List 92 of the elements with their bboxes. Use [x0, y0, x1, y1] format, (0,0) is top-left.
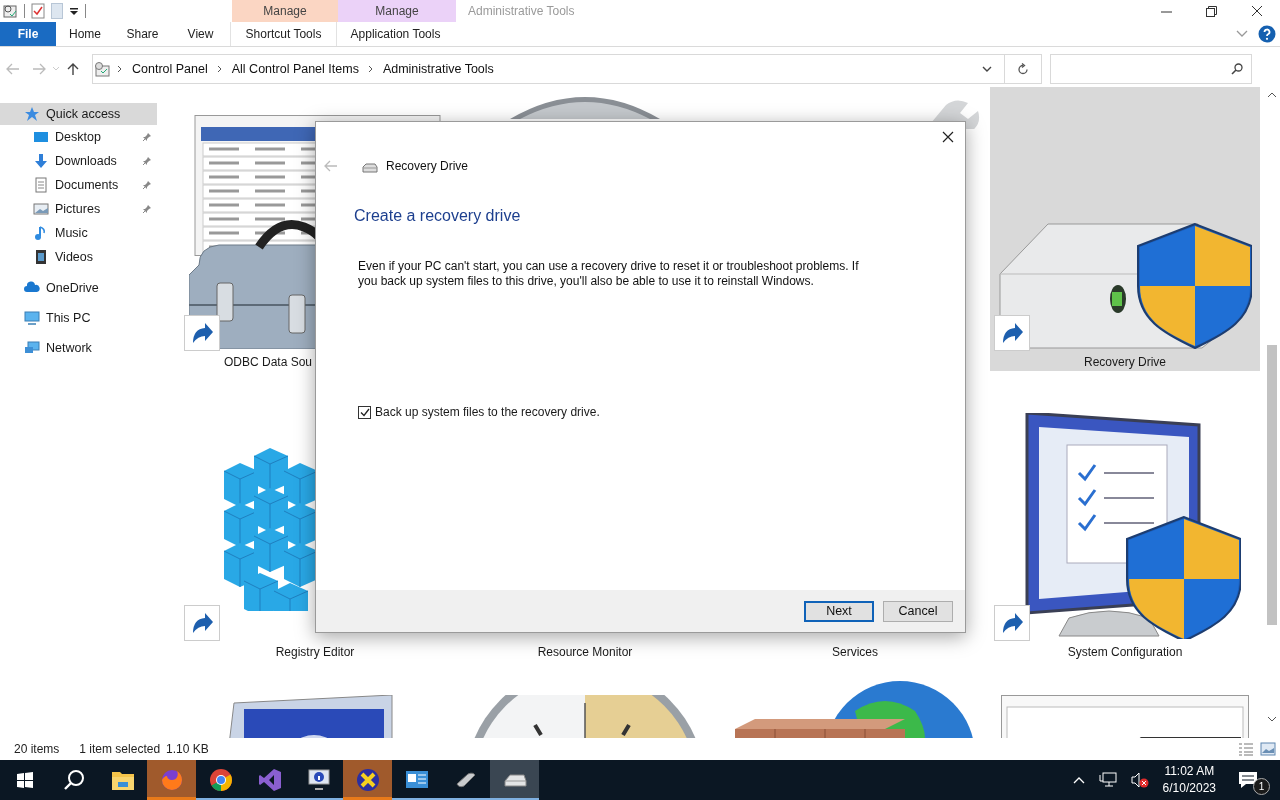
search-icon: [62, 769, 85, 791]
control-panel-icon: [93, 61, 111, 77]
sidebar-label: Quick access: [46, 107, 121, 121]
ribbon-tab[interactable]: Application Tools: [336, 22, 454, 46]
notification-count: 1: [1253, 778, 1270, 795]
sidebar-label: OneDrive: [46, 281, 99, 295]
breadcrumb-link[interactable]: Administrative Tools: [379, 62, 497, 76]
ribbon-tab[interactable]: View: [171, 22, 230, 46]
desktop-icon: [33, 129, 49, 145]
sidebar-item[interactable]: Videos: [0, 245, 157, 269]
ribbon-tab[interactable]: Home: [56, 22, 114, 46]
x-circle-icon: [355, 768, 380, 792]
sidebar-label: This PC: [46, 311, 91, 325]
close-icon[interactable]: [1251, 5, 1263, 17]
selection-info: 1 item selected: [79, 742, 161, 756]
sidebar-item[interactable]: Pictures: [0, 197, 157, 221]
dialog-title: Recovery Drive: [386, 159, 469, 173]
sidebar-label: Downloads: [55, 154, 117, 168]
context-tab-header: Manage: [338, 0, 456, 22]
network-icon: [24, 340, 40, 356]
file-label[interactable]: System Configuration: [1067, 645, 1183, 659]
infinity-ribbon-icon: [257, 768, 282, 792]
clock-date: 6/10/2023: [1162, 780, 1216, 797]
file-item-highlight[interactable]: Recovery Drive: [990, 87, 1260, 371]
sidebar-label: Music: [55, 226, 88, 240]
dialog-button[interactable]: Cancel: [883, 600, 953, 622]
notifications-icon[interactable]: [1238, 771, 1258, 789]
windows-logo-icon: [16, 772, 33, 788]
sidebar-item[interactable]: OneDrive: [0, 277, 157, 299]
network-icon[interactable]: [1098, 772, 1117, 788]
chevron-icon: [117, 65, 123, 73]
dialog-heading: Create a recovery drive: [354, 207, 522, 225]
pc-icon: [24, 310, 40, 326]
expand-ribbon-icon[interactable]: [1236, 30, 1248, 38]
selection-size: 1.10 KB: [166, 742, 209, 756]
sidebar-item[interactable]: Desktop: [0, 125, 157, 149]
large-icons-view-icon[interactable]: [1260, 742, 1276, 756]
close-icon: [942, 131, 954, 143]
dialog-button[interactable]: Next: [804, 600, 874, 622]
search-field[interactable]: [1050, 54, 1252, 84]
drive-icon: [362, 162, 378, 173]
document-icon: [33, 177, 49, 193]
file-label[interactable]: Recovery Drive: [1084, 355, 1166, 369]
checkbox-label: Back up system files to the recovery drive.: [375, 405, 600, 419]
breadcrumb-link[interactable]: All Control Panel Items: [228, 62, 362, 76]
chevron-up-icon[interactable]: [1072, 776, 1085, 784]
ribbon-tab[interactable]: Shortcut Tools: [230, 22, 336, 46]
ribbon-tab[interactable]: File: [0, 22, 56, 46]
file-label[interactable]: Services: [832, 645, 878, 659]
checklist-icon[interactable]: [31, 3, 45, 19]
sidebar-label: Videos: [55, 250, 93, 264]
sidebar-item[interactable]: Music: [0, 221, 157, 245]
sidebar-item[interactable]: Documents: [0, 173, 157, 197]
clock-time: 11:02 AM: [1164, 763, 1215, 780]
taskbar-app-button[interactable]: [343, 760, 392, 800]
refresh-icon[interactable]: [1017, 62, 1029, 76]
picture-icon: [33, 201, 49, 217]
context-tab-header: Manage: [232, 0, 338, 22]
file-label[interactable]: Resource Monitor: [537, 645, 633, 659]
chevron-icon: [367, 65, 374, 73]
file-label[interactable]: Registry Editor: [275, 645, 355, 659]
checkbox[interactable]: [358, 405, 371, 419]
download-icon: [33, 153, 49, 169]
ribbon-tab[interactable]: Share: [114, 22, 171, 46]
up-arrow-icon[interactable]: [67, 62, 79, 76]
dropdown-icon[interactable]: [69, 6, 79, 16]
file-label[interactable]: ODBC Data Sou: [224, 355, 313, 369]
sidebar-label: Network: [46, 341, 92, 355]
search-icon: [1231, 63, 1243, 75]
taskbar-app-button[interactable]: [490, 760, 539, 800]
video-icon: [33, 249, 49, 265]
address-bar[interactable]: Control Panel All Control Panel Items Administrative Tools: [92, 54, 1042, 84]
dialog-description: Even if your PC can't start, you can use a recovery drive to reset it or troubleshoot problems. If you back up system files to this drive, you'll also be able to use it to reinstall Windows.: [358, 259, 860, 288]
sidebar-label: Documents: [55, 178, 119, 192]
sidebar-label: Pictures: [55, 202, 101, 216]
properties-icon[interactable]: [2, 3, 18, 19]
sidebar-item[interactable]: Network: [0, 337, 157, 359]
breadcrumb-link[interactable]: Control Panel: [129, 62, 211, 76]
restore-icon[interactable]: [1206, 5, 1217, 17]
star-icon: [24, 106, 40, 122]
check-icon: [359, 407, 370, 417]
window-title: Administrative Tools: [467, 3, 576, 20]
sidebar-item[interactable]: Downloads: [0, 149, 157, 173]
sidebar-label: Desktop: [55, 130, 101, 144]
info-monitor-icon: [306, 768, 331, 792]
chrome-icon: [208, 768, 233, 792]
item-count: 20 items: [14, 742, 60, 756]
help-icon[interactable]: [1258, 25, 1276, 43]
sidebar-item[interactable]: Quick access: [0, 103, 157, 125]
volume-muted-icon[interactable]: [1130, 772, 1149, 788]
sidebar-item[interactable]: This PC: [0, 307, 157, 329]
chevron-icon: [216, 65, 223, 73]
